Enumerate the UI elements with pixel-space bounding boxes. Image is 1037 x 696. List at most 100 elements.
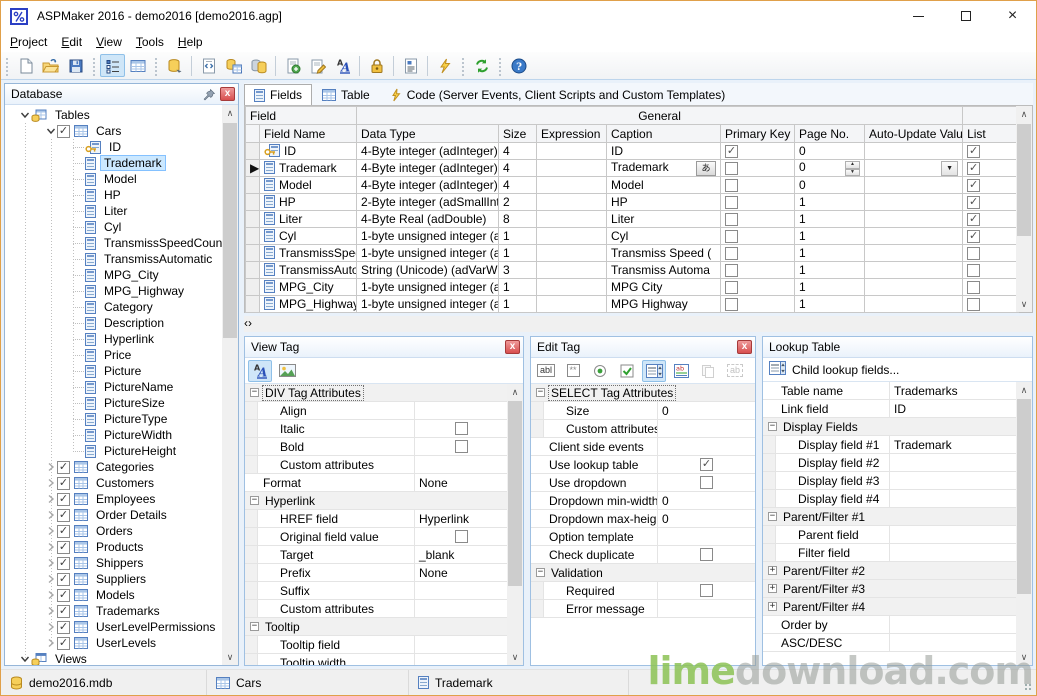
tree-node-label[interactable]: PictureSize [100,395,169,411]
tree-checkbox[interactable]: ✓ [57,125,70,138]
chevron-right-icon[interactable] [44,510,57,520]
tree-checkbox[interactable]: ✓ [57,573,70,586]
tree-node-userlevels[interactable]: ✓UserLevels [5,635,222,651]
tree-node-categories[interactable]: ✓Categories [5,459,222,475]
chevron-right-icon[interactable] [44,574,57,584]
checkbox[interactable] [967,298,980,311]
property-value[interactable]: 0 [658,510,755,527]
chevron-right-icon[interactable] [44,526,57,536]
cell-caption[interactable]: MPG Highway [607,296,721,313]
cell-auto-update-value[interactable] [865,228,963,245]
tree-node-employees[interactable]: ✓Employees [5,491,222,507]
tree-node-trademark[interactable]: Trademark [5,155,222,171]
scroll-thumb[interactable] [508,401,522,586]
property-value[interactable]: None [415,474,507,491]
checkbox[interactable]: ✓ [967,230,980,243]
label-button[interactable]: ab [723,360,747,382]
cell-auto-update-value[interactable] [865,262,963,279]
cell-primary-key[interactable] [721,245,795,262]
tree-node-label[interactable]: Liter [100,203,131,219]
property-value[interactable] [890,634,1016,651]
cell-field-name[interactable]: HP [260,194,357,211]
radio-button[interactable] [588,360,612,382]
menu-tools[interactable]: Tools [129,33,171,51]
tree-checkbox[interactable]: ✓ [57,589,70,602]
chevron-right-icon[interactable] [44,622,57,632]
tree-node-shippers[interactable]: ✓Shippers [5,555,222,571]
collapse-icon[interactable]: − [250,496,259,505]
cell-caption[interactable]: Liter [607,211,721,228]
tree-node-label[interactable]: HP [100,187,125,203]
row-marker[interactable] [246,143,260,160]
row-marker[interactable] [246,194,260,211]
cell-expression[interactable] [537,160,607,177]
database-button[interactable] [162,54,187,77]
scroll-arrow-icon[interactable]: ∨ [1016,296,1032,312]
row-marker[interactable] [246,177,260,194]
font-button[interactable]: AA [248,360,272,382]
cell-primary-key[interactable] [721,177,795,194]
cell-primary-key[interactable] [721,296,795,313]
synchronize-button[interactable] [469,54,494,77]
cell-list[interactable]: ✓ [963,160,1019,177]
chevron-right-icon[interactable] [44,478,57,488]
tree-checkbox[interactable]: ✓ [57,621,70,634]
report-button[interactable] [398,54,423,77]
cell-data-type[interactable]: 1-byte unsigned integer (adUnsi [357,279,499,296]
tree-node-userlevelpermissions[interactable]: ✓UserLevelPermissions [5,619,222,635]
tree-node-cars[interactable]: ✓Cars [5,123,222,139]
tree-node-picturetype[interactable]: PictureType [5,411,222,427]
tree-node-label[interactable]: MPG_City [100,267,163,283]
cell-expression[interactable] [537,296,607,313]
tree-node-label[interactable]: PictureName [100,379,177,395]
cell-page-no[interactable]: 0 [795,177,865,194]
chevron-right-icon[interactable] [44,606,57,616]
cell-size[interactable]: 1 [499,279,537,296]
property-value[interactable] [415,600,507,617]
chevron-right-icon[interactable] [44,558,57,568]
add-document-button[interactable] [280,54,305,77]
checkbox[interactable]: ✓ [967,162,980,175]
expand-icon[interactable]: + [768,584,777,593]
menu-edit[interactable]: Edit [54,33,89,51]
cell-expression[interactable] [537,228,607,245]
expand-icon[interactable]: + [768,566,777,575]
scroll-thumb[interactable] [223,123,237,338]
property-value[interactable]: 0 [658,402,755,419]
tree-node-label[interactable]: Products [92,539,147,555]
cell-size[interactable]: 8 [499,211,537,228]
tree-node-label[interactable]: Description [100,315,168,331]
field-setup-button[interactable] [100,54,125,77]
tree-node-cyl[interactable]: Cyl [5,219,222,235]
tree-node-label[interactable]: Model [100,171,141,187]
checkbox[interactable] [725,196,738,209]
property-value[interactable] [658,582,755,599]
checkbox[interactable] [455,440,468,453]
cell-auto-update-value[interactable] [865,143,963,160]
tree-checkbox[interactable]: ✓ [57,493,70,506]
property-value[interactable] [658,420,755,437]
cell-field-name[interactable]: TransmissAutom [260,262,357,279]
child-lookup-fields-button[interactable]: Child lookup fields... [763,358,1032,382]
tree-node-suppliers[interactable]: ✓Suppliers [5,571,222,587]
tree-node-picturewidth[interactable]: PictureWidth [5,427,222,443]
tree-checkbox[interactable]: ✓ [57,637,70,650]
tree-node-label[interactable]: Picture [100,363,145,379]
tree-node-label[interactable]: Tables [51,107,94,123]
property-value[interactable] [415,420,507,437]
checkbox[interactable]: ✓ [967,196,980,209]
image-button[interactable] [275,360,299,382]
property-value[interactable] [890,544,1016,561]
database-table-button[interactable] [221,54,246,77]
cell-auto-update-value[interactable] [865,245,963,262]
view-tag-scrollbar[interactable]: ∧∨ [507,384,523,665]
tree-checkbox[interactable]: ✓ [57,557,70,570]
scroll-arrow-icon[interactable]: ∧ [1016,106,1032,122]
cell-primary-key[interactable] [721,279,795,296]
collapse-icon[interactable]: − [536,388,545,397]
row-marker[interactable]: ▶ [246,160,260,177]
property-value[interactable]: 0 [658,492,755,509]
resize-grip[interactable] [1024,683,1033,692]
row-marker[interactable] [246,211,260,228]
checkbox[interactable] [725,162,738,175]
